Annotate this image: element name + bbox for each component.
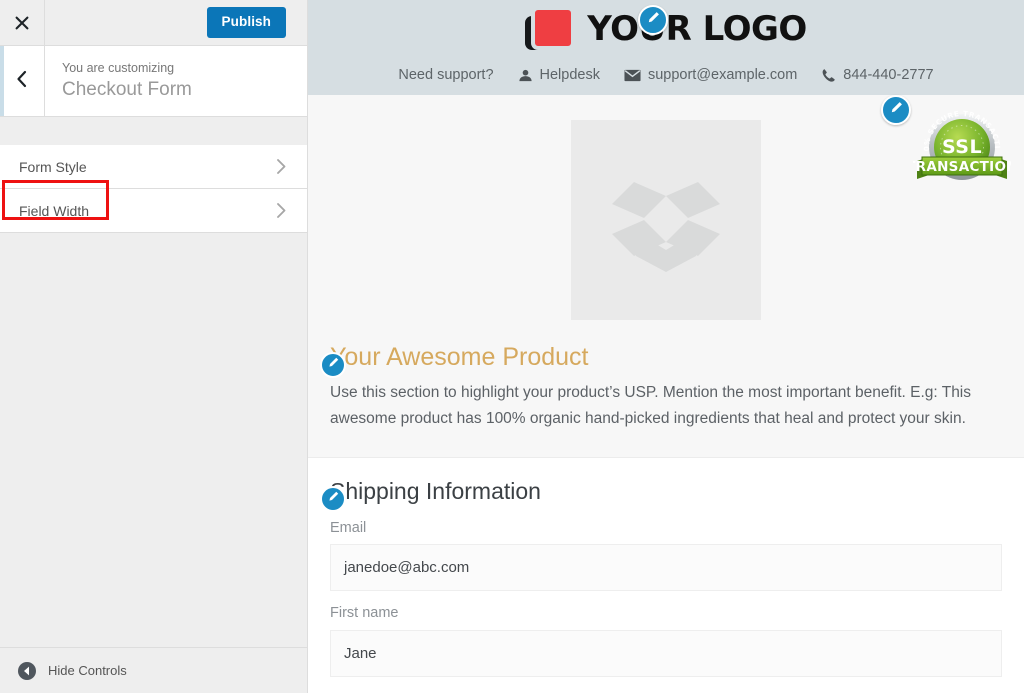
svg-text:TRANSACTION: TRANSACTION: [913, 159, 1011, 175]
form-field-first-name: First name Jane: [330, 605, 1002, 677]
site-preview[interactable]: YOUR LOGO Need support? Helpdesk support…: [308, 0, 1024, 693]
customizer-topbar: Publish: [0, 0, 307, 46]
site-header: YOUR LOGO Need support? Helpdesk support…: [308, 0, 1024, 95]
support-item-helpdesk[interactable]: Helpdesk: [518, 68, 600, 83]
control-label: Form Style: [19, 158, 87, 175]
customizer-sidebar: Publish You are customizing Checkout For…: [0, 0, 308, 693]
envelope-icon: [624, 69, 641, 82]
agent-icon: [518, 68, 533, 83]
panel-spacer: [0, 117, 307, 145]
support-bar: Need support? Helpdesk support@example.c…: [308, 58, 1024, 92]
support-item-phone[interactable]: 844-440-2777: [821, 66, 934, 83]
customizer-panel-header: You are customizing Checkout Form: [0, 46, 307, 117]
form-field-email: Email janedoe@abc.com: [330, 519, 1002, 592]
sidebar-item-form-style[interactable]: Form Style: [0, 145, 307, 189]
support-item-need-support: Need support?: [398, 68, 493, 83]
hide-controls-label: Hide Controls: [48, 663, 127, 678]
email-input[interactable]: janedoe@abc.com: [330, 544, 1002, 592]
box-placeholder-icon: [600, 152, 732, 289]
logo-row: YOUR LOGO: [308, 0, 1024, 58]
pencil-icon: [327, 490, 340, 508]
shipping-section: Shipping Information Email janedoe@abc.c…: [308, 457, 1024, 677]
email-label: Email: [330, 519, 367, 536]
collapse-arrow-icon: [18, 661, 36, 680]
shipping-title: Shipping Information: [330, 478, 541, 505]
edit-logo-pin-button[interactable]: [638, 5, 668, 35]
back-button[interactable]: [0, 46, 45, 116]
pencil-icon: [889, 100, 904, 120]
logo-square-red: [531, 6, 576, 50]
support-label: Need support?: [398, 66, 494, 83]
support-label: Helpdesk: [539, 66, 600, 83]
sidebar-item-field-width[interactable]: Field Width: [0, 189, 307, 233]
control-label: Field Width: [19, 202, 90, 219]
chevron-left-icon: [15, 70, 29, 93]
panel-title: Checkout Form: [62, 79, 192, 101]
phone-icon: [821, 68, 836, 83]
product-description: Use this section to highlight your produ…: [330, 384, 972, 427]
support-label: support@example.com: [647, 66, 798, 83]
brand-logo-icon: [525, 6, 577, 52]
logo-text: YOUR LOGO: [587, 9, 807, 49]
shipping-title-row: Shipping Information: [320, 478, 1002, 513]
ssl-badge: 100% SECURE TRANSACTION SSL TRANSACTION: [906, 100, 1018, 187]
edit-shipping-pin-button[interactable]: [320, 486, 346, 513]
product-title-row: Your Awesome Product: [320, 342, 1002, 378]
panel-eyebrow: You are customizing: [62, 60, 175, 75]
pencil-icon: [646, 10, 661, 30]
chevron-right-icon: [276, 158, 287, 175]
publish-button[interactable]: Publish: [206, 6, 286, 39]
close-icon: [14, 15, 30, 31]
edit-product-pin-button[interactable]: [320, 352, 346, 378]
hide-controls-button[interactable]: Hide Controls: [0, 647, 307, 693]
sidebar-empty-area: [0, 233, 307, 647]
first-name-input[interactable]: Jane: [330, 629, 1002, 677]
support-item-email[interactable]: support@example.com: [624, 68, 797, 83]
first-name-label: First name: [330, 605, 399, 622]
panel-titles: You are customizing Checkout Form: [45, 60, 192, 102]
publish-button-wrap: Publish: [206, 6, 307, 39]
control-list: Form Style Field Width: [0, 145, 307, 233]
chevron-right-icon: [276, 202, 287, 219]
product-title: Your Awesome Product: [330, 343, 589, 371]
close-customizer-button[interactable]: [0, 0, 45, 45]
edit-ssl-badge-pin-button[interactable]: [881, 95, 911, 125]
product-image-placeholder: [571, 120, 761, 320]
svg-text:SSL: SSL: [942, 136, 982, 158]
customizer-screen: Publish You are customizing Checkout For…: [0, 0, 1024, 693]
pencil-icon: [327, 356, 340, 374]
support-label: 844-440-2777: [843, 66, 934, 83]
